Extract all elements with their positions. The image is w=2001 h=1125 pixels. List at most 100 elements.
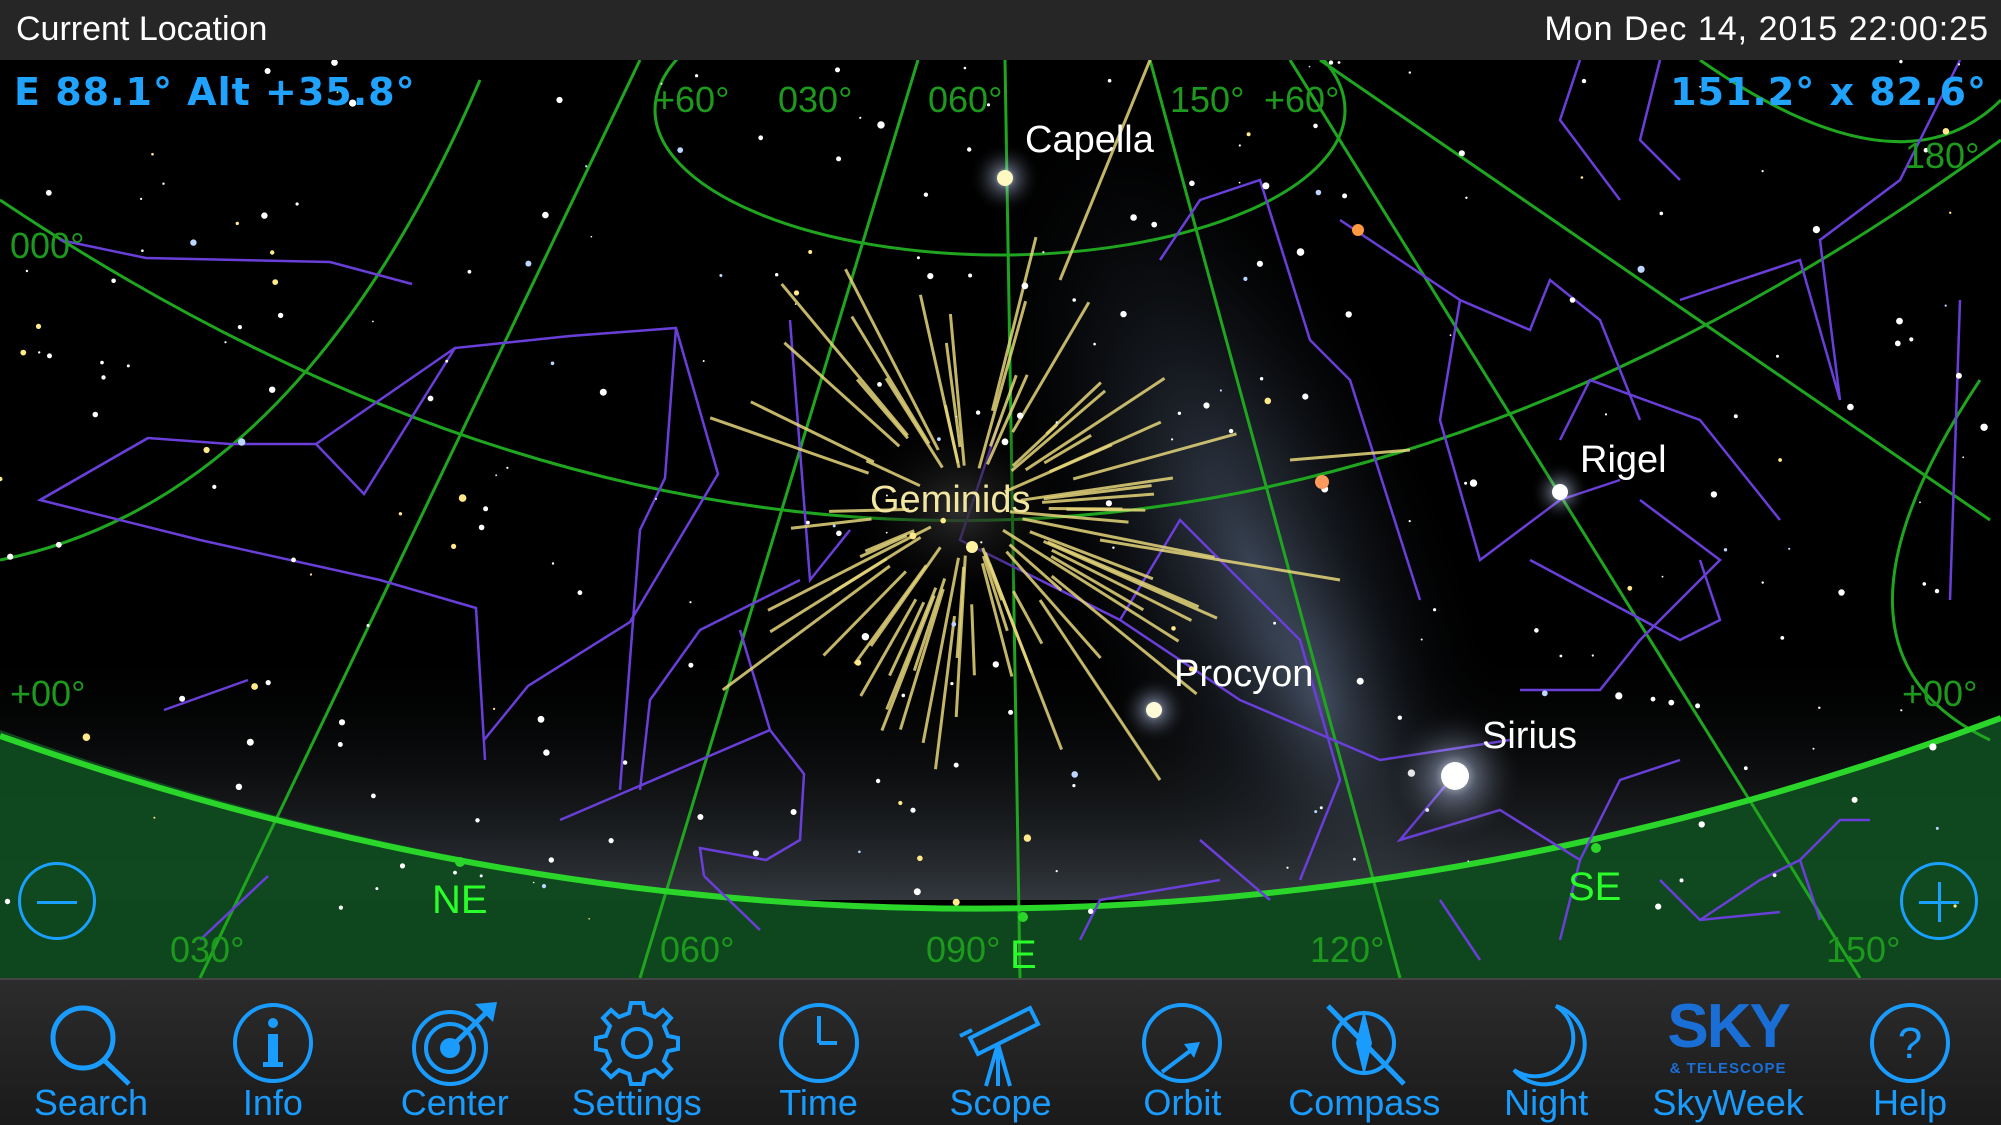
star — [162, 182, 165, 185]
star — [1203, 402, 1210, 409]
star — [277, 312, 284, 319]
star — [1337, 61, 1341, 64]
star — [467, 269, 472, 274]
star — [1818, 706, 1821, 709]
info-label: Info — [242, 1082, 303, 1123]
star — [1120, 310, 1127, 318]
star — [910, 807, 916, 813]
star — [1238, 181, 1241, 184]
star — [366, 624, 370, 627]
star-rigel[interactable] — [1552, 484, 1568, 500]
star — [1935, 826, 1939, 830]
star — [599, 388, 607, 396]
telescope-icon — [959, 1005, 1042, 1087]
star-sirius[interactable] — [1441, 762, 1469, 790]
star — [590, 235, 593, 238]
star — [506, 466, 509, 469]
star — [1093, 342, 1096, 346]
star — [898, 800, 903, 806]
star — [1569, 297, 1576, 303]
skyweek-button[interactable]: SKY & TELESCOPE SkyWeek — [1638, 980, 1818, 1125]
orbit-icon — [1142, 1003, 1223, 1083]
star — [758, 135, 764, 141]
star — [1469, 479, 1478, 487]
star — [1962, 456, 1965, 459]
star — [1356, 677, 1364, 685]
star — [1655, 903, 1662, 910]
star — [82, 733, 91, 741]
star-procyon[interactable] — [1146, 702, 1162, 718]
datetime-label[interactable]: Mon Dec 14, 2015 22:00:25 — [1544, 10, 1989, 49]
center-button[interactable]: Center — [365, 980, 545, 1125]
star — [1262, 182, 1270, 190]
label-procyon[interactable]: Procyon — [1174, 653, 1313, 695]
compass-button[interactable]: Compass — [1274, 980, 1454, 1125]
label-rigel[interactable]: Rigel — [1580, 439, 1667, 481]
star — [775, 273, 779, 277]
star — [265, 680, 271, 686]
star — [453, 870, 457, 875]
sky-chart[interactable]: Capella Rigel Procyon Sirius Geminids +6… — [0, 60, 2001, 978]
star — [1650, 696, 1656, 702]
star — [1088, 908, 1094, 914]
star — [1615, 692, 1623, 700]
scope-button[interactable]: Scope — [910, 980, 1090, 1125]
star — [272, 279, 279, 285]
star — [1107, 78, 1112, 83]
info-button[interactable]: Info — [183, 980, 363, 1125]
compass-label-ne[interactable]: NE — [432, 878, 488, 922]
star — [950, 682, 954, 686]
grid-label: 030° — [170, 929, 244, 970]
star — [478, 524, 485, 531]
star-betelgeuse[interactable] — [1315, 475, 1329, 489]
zoom-out-button[interactable] — [18, 862, 96, 940]
grid-label: 060° — [928, 79, 1002, 120]
label-sirius[interactable]: Sirius — [1482, 715, 1577, 757]
star — [235, 783, 243, 790]
star — [190, 239, 197, 246]
star-pollux[interactable] — [966, 541, 978, 553]
star — [479, 874, 483, 878]
settings-button[interactable]: Settings — [547, 980, 727, 1125]
star — [375, 887, 379, 891]
grid-label: 180° — [1905, 135, 1979, 176]
search-label: Search — [33, 1082, 148, 1123]
star — [246, 738, 254, 746]
search-button[interactable]: Search — [1, 980, 181, 1125]
star — [1055, 421, 1059, 424]
compass-label-se[interactable]: SE — [1568, 865, 1621, 909]
star — [877, 121, 885, 129]
star — [541, 884, 547, 889]
app-root: Current Location Mon Dec 14, 2015 22:00:… — [0, 0, 2001, 1125]
star — [141, 249, 144, 252]
help-label: Help — [1872, 1082, 1948, 1123]
svg-text:?: ? — [1898, 1019, 1922, 1068]
help-button[interactable]: ? Help — [1820, 980, 2000, 1125]
compass-label-e[interactable]: E — [1010, 933, 1037, 977]
star — [1302, 393, 1309, 400]
time-button[interactable]: Time — [729, 980, 909, 1125]
star — [1177, 411, 1182, 415]
label-capella[interactable]: Capella — [1025, 119, 1155, 161]
star — [495, 474, 498, 477]
zoom-in-button[interactable] — [1900, 862, 1978, 940]
orbit-button[interactable]: Orbit — [1092, 980, 1272, 1125]
star — [980, 541, 983, 544]
night-button[interactable]: Night — [1456, 980, 1636, 1125]
location-label[interactable]: Current Location — [16, 10, 267, 49]
grid-label: +60° — [654, 79, 729, 120]
star — [1541, 690, 1548, 697]
star — [1851, 796, 1858, 803]
star — [927, 273, 934, 280]
star — [483, 506, 489, 512]
star — [859, 116, 862, 119]
star — [1408, 520, 1411, 523]
star — [923, 192, 929, 197]
star — [1055, 870, 1058, 873]
star-capella[interactable] — [997, 170, 1013, 186]
star — [916, 256, 920, 260]
status-bar: Current Location Mon Dec 14, 2015 22:00:… — [0, 0, 2001, 60]
field-of-view-readout: 151.2° x 82.6° — [1670, 70, 1987, 114]
night-label: Night — [1504, 1082, 1589, 1123]
label-geminids[interactable]: Geminids — [870, 479, 1031, 521]
